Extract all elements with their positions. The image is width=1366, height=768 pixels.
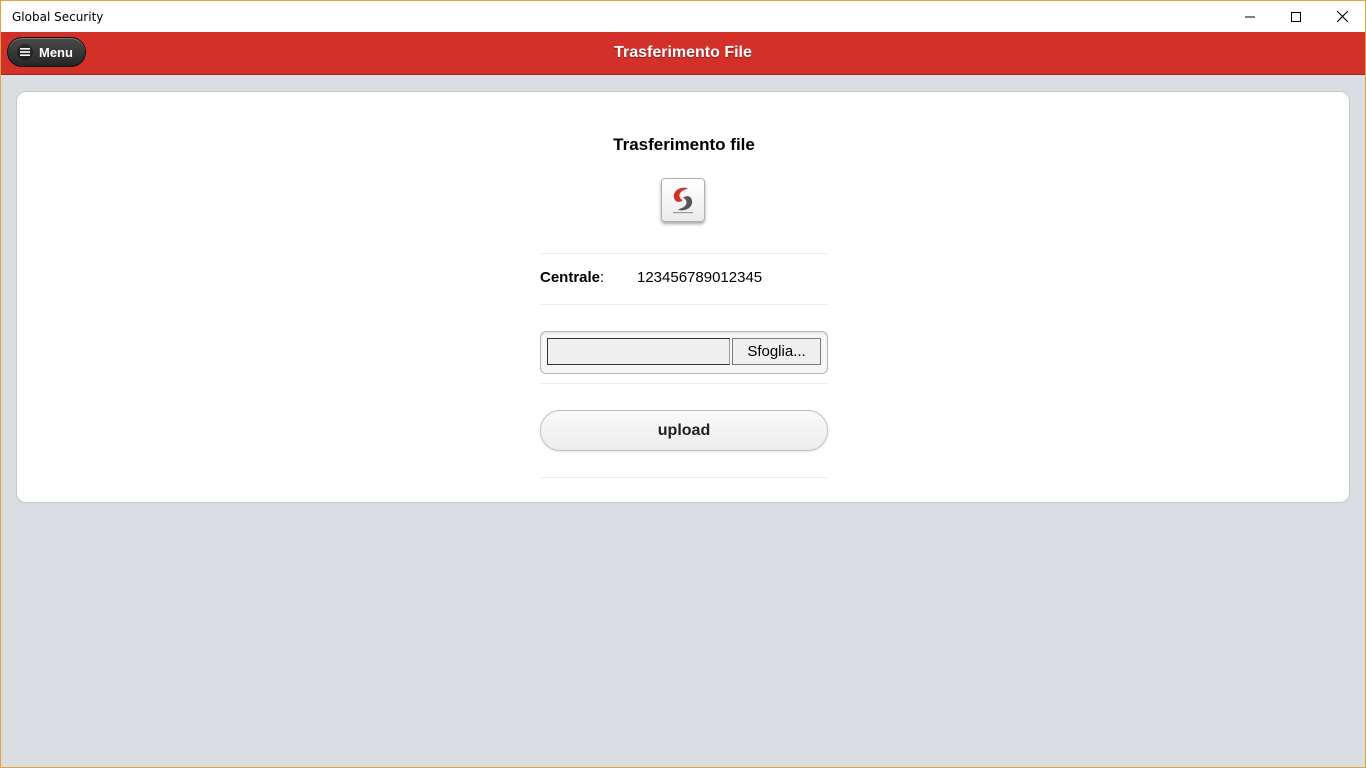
centrale-value: 123456789012345 (637, 269, 763, 286)
divider (540, 253, 828, 254)
browse-button[interactable]: Sfoglia... (732, 338, 821, 365)
title-bar: Global Security (1, 1, 1365, 32)
divider (540, 477, 828, 478)
hamburger-icon (17, 44, 33, 60)
maximize-icon (1291, 11, 1301, 22)
logo-icon (673, 187, 693, 214)
content-card: Trasferimento file Centrale: 12345678901… (16, 91, 1350, 503)
menu-button[interactable]: Menu (7, 37, 86, 67)
divider (540, 304, 828, 305)
upload-button[interactable]: upload (540, 410, 828, 451)
header-bar: Menu Trasferimento File (1, 32, 1365, 75)
minimize-button[interactable] (1227, 1, 1273, 32)
centrale-row: Centrale: 123456789012345 (540, 269, 828, 289)
page-title: Trasferimento file (613, 135, 755, 154)
file-picker: Sfoglia... (540, 331, 828, 374)
window-controls (1227, 1, 1365, 32)
minimize-icon (1245, 16, 1255, 17)
global-security-logo (661, 178, 705, 222)
file-path-field[interactable] (547, 338, 730, 365)
close-button[interactable] (1319, 1, 1365, 32)
centrale-label: Centrale: (540, 269, 605, 286)
app-window: Global Security Menu Trasferimento File … (0, 0, 1366, 768)
close-icon (1336, 11, 1348, 22)
divider (540, 383, 828, 384)
window-title: Global Security (12, 9, 104, 24)
menu-label: Menu (39, 44, 73, 60)
maximize-button[interactable] (1273, 1, 1319, 32)
header-title: Trasferimento File (614, 44, 752, 61)
